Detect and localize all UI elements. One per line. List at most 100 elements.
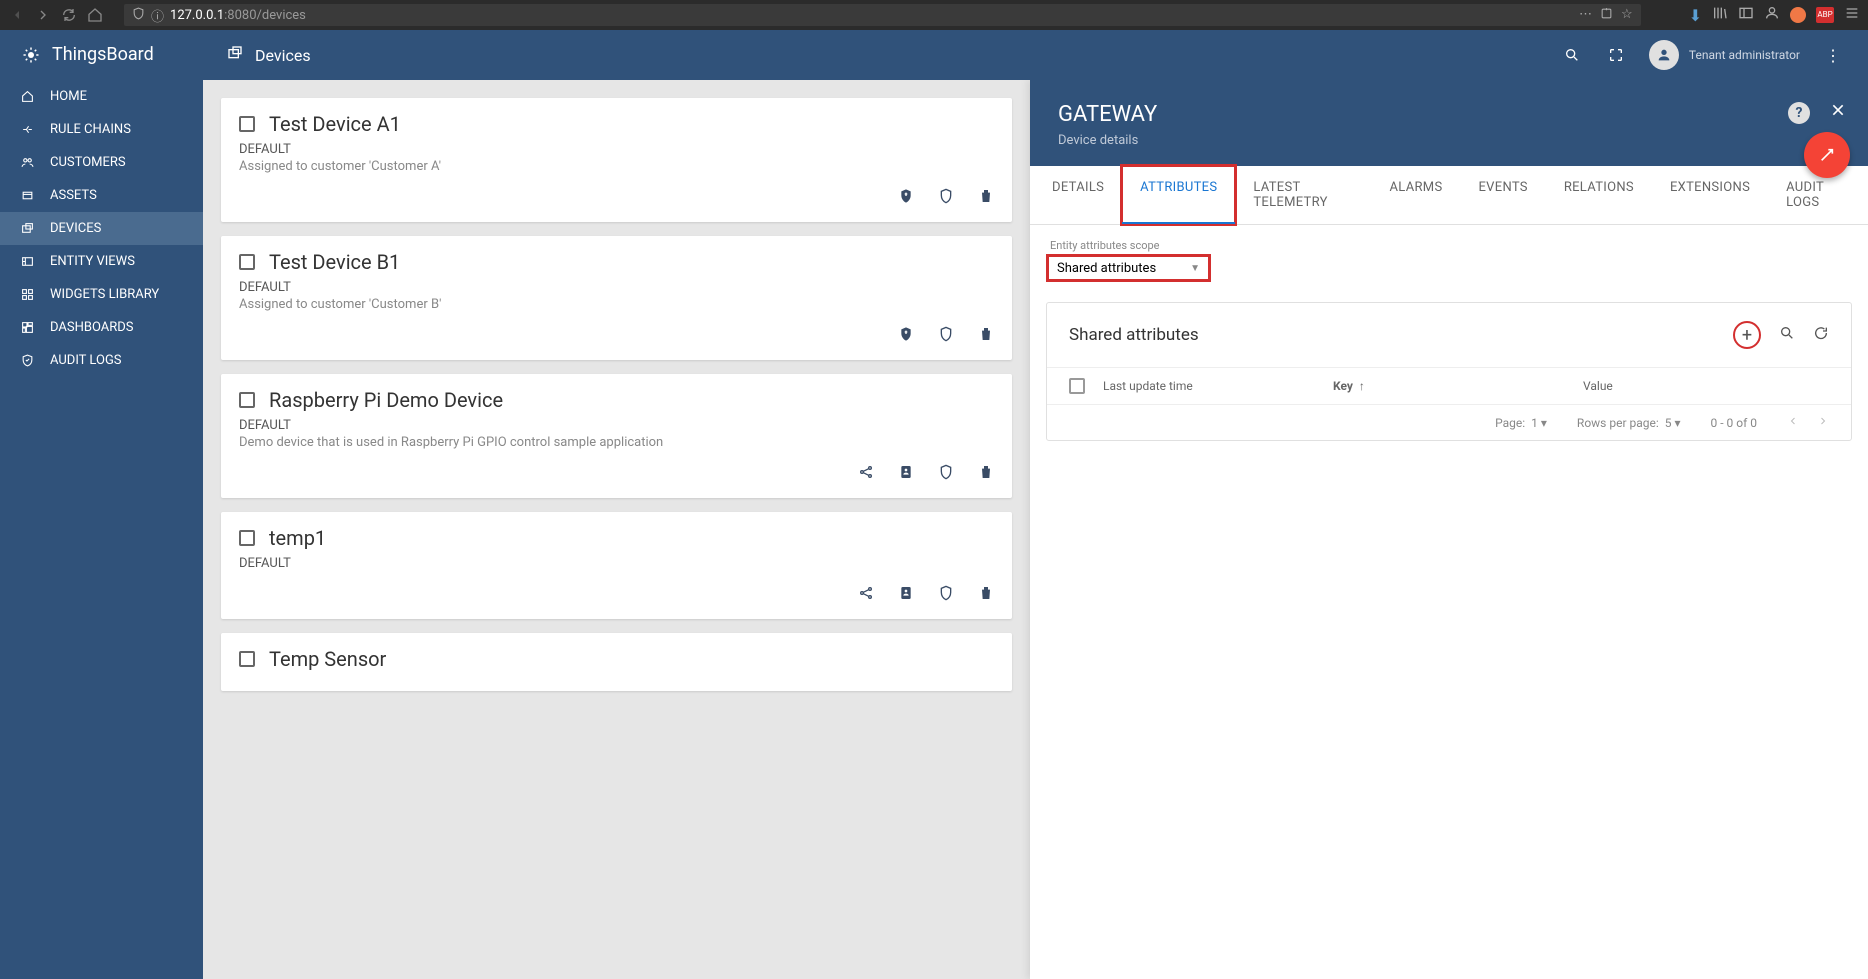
device-card[interactable]: Temp Sensor — [221, 633, 1012, 691]
device-type: DEFAULT — [239, 418, 994, 433]
device-assign-button[interactable] — [898, 188, 914, 208]
device-shield-button[interactable] — [938, 585, 954, 605]
extension-badge-1[interactable] — [1790, 7, 1806, 23]
sort-arrow-icon: ↑ — [1359, 379, 1365, 393]
more-icon[interactable]: ⋮ — [1822, 44, 1844, 66]
device-card[interactable]: temp1 DEFAULT — [221, 512, 1012, 619]
scope-select[interactable]: Shared attributes ▼ — [1046, 254, 1211, 282]
device-desc: Assigned to customer 'Customer A' — [239, 159, 994, 174]
account-icon[interactable] — [1764, 5, 1780, 25]
browser-toolbar: ⓘ 127.0.0.1:8080/devices ⋯ ☆ ⬇ ABP — [0, 0, 1868, 30]
reload-button[interactable] — [60, 6, 78, 24]
nav-item-devices[interactable]: DEVICES — [0, 212, 203, 245]
add-device-fab[interactable] — [1804, 132, 1850, 178]
sidebar-toggle-icon[interactable] — [1738, 5, 1754, 25]
nav-item-entity-views[interactable]: ENTITY VIEWS — [0, 245, 203, 278]
bookmark-icon[interactable]: ☆ — [1621, 7, 1633, 24]
url-bar[interactable]: ⓘ 127.0.0.1:8080/devices ⋯ ☆ — [124, 4, 1641, 26]
nav-item-audit-logs[interactable]: AUDIT LOGS — [0, 344, 203, 377]
ellipsis-icon[interactable]: ⋯ — [1579, 7, 1592, 24]
forward-button[interactable] — [34, 6, 52, 24]
nav-item-rule-chains[interactable]: RULE CHAINS — [0, 113, 203, 146]
device-card[interactable]: Test Device A1DEFAULTAssigned to custome… — [221, 98, 1012, 222]
device-type: DEFAULT — [239, 556, 994, 571]
device-name: Temp Sensor — [269, 647, 386, 671]
nav-label: AUDIT LOGS — [50, 353, 122, 368]
nav-item-customers[interactable]: CUSTOMERS — [0, 146, 203, 179]
search-attributes-icon[interactable] — [1779, 325, 1795, 345]
tab-latest-telemetry[interactable]: LATEST TELEMETRY — [1235, 166, 1371, 224]
refresh-attributes-icon[interactable] — [1813, 325, 1829, 345]
close-button[interactable] — [1830, 102, 1846, 122]
device-delete-button[interactable] — [978, 188, 994, 208]
devices-icon — [227, 45, 243, 65]
device-share-button[interactable] — [858, 464, 874, 484]
device-checkbox[interactable] — [239, 530, 255, 546]
extension-badge-2[interactable]: ABP — [1816, 7, 1834, 23]
page-range: 0 - 0 of 0 — [1711, 416, 1757, 430]
tab-alarms[interactable]: ALARMS — [1372, 166, 1461, 224]
tab-relations[interactable]: RELATIONS — [1546, 166, 1652, 224]
menu-icon[interactable] — [1844, 5, 1860, 25]
add-attribute-button[interactable]: + — [1733, 321, 1761, 349]
device-checkbox[interactable] — [239, 651, 255, 667]
download-icon[interactable]: ⬇ — [1689, 6, 1702, 25]
rows-select[interactable]: 5 ▾ — [1665, 416, 1681, 430]
search-icon[interactable] — [1561, 44, 1583, 66]
device-share-button[interactable] — [858, 585, 874, 605]
device-name: Raspberry Pi Demo Device — [269, 388, 503, 412]
device-card[interactable]: Test Device B1DEFAULTAssigned to custome… — [221, 236, 1012, 360]
browser-right: ⬇ ABP — [1689, 5, 1860, 25]
reader-icon[interactable] — [1600, 7, 1613, 24]
topbar: Devices Tenant administrator ⋮ — [203, 30, 1868, 80]
device-checkbox[interactable] — [239, 254, 255, 270]
page-select[interactable]: 1 ▾ — [1531, 416, 1547, 430]
nav-label: WIDGETS LIBRARY — [50, 287, 159, 302]
brand-logo[interactable]: ThingsBoard — [0, 30, 203, 80]
nav-item-dashboards[interactable]: DASHBOARDS — [0, 311, 203, 344]
tab-attributes[interactable]: ATTRIBUTES — [1122, 166, 1235, 224]
device-desc: Assigned to customer 'Customer B' — [239, 297, 994, 312]
device-shield-button[interactable] — [938, 326, 954, 346]
select-all-checkbox[interactable] — [1069, 378, 1085, 394]
nav-label: ENTITY VIEWS — [50, 254, 135, 269]
details-subtitle: Device details — [1058, 133, 1840, 148]
user-menu[interactable]: Tenant administrator — [1649, 40, 1800, 70]
device-delete-button[interactable] — [978, 326, 994, 346]
device-shield-button[interactable] — [938, 464, 954, 484]
device-delete-button[interactable] — [978, 464, 994, 484]
back-button[interactable] — [8, 6, 26, 24]
nav-item-home[interactable]: HOME — [0, 80, 203, 113]
prev-page-button[interactable] — [1787, 415, 1799, 430]
help-button[interactable]: ? — [1788, 102, 1810, 124]
nav-item-widgets-library[interactable]: WIDGETS LIBRARY — [0, 278, 203, 311]
brand-text: ThingsBoard — [52, 44, 154, 65]
device-name: Test Device B1 — [269, 250, 400, 274]
nav-item-assets[interactable]: ASSETS — [0, 179, 203, 212]
device-card[interactable]: Raspberry Pi Demo Device DEFAULT Demo devi… — [221, 374, 1012, 498]
col-key[interactable]: Key ↑ — [1333, 379, 1583, 393]
device-name: temp1 — [269, 526, 326, 550]
device-shield-button[interactable] — [938, 188, 954, 208]
col-last-update[interactable]: Last update time — [1103, 379, 1333, 393]
device-checkbox[interactable] — [239, 116, 255, 132]
device-desc: Demo device that is used in Raspberry Pi… — [239, 435, 994, 450]
device-card-button[interactable] — [898, 464, 914, 484]
tab-events[interactable]: EVENTS — [1460, 166, 1545, 224]
tab-extensions[interactable]: EXTENSIONS — [1652, 166, 1768, 224]
nav-icon — [18, 354, 36, 367]
home-button[interactable] — [86, 6, 104, 24]
library-icon[interactable] — [1712, 5, 1728, 25]
shield-icon — [132, 7, 145, 24]
device-card-button[interactable] — [898, 585, 914, 605]
fullscreen-icon[interactable] — [1605, 44, 1627, 66]
device-delete-button[interactable] — [978, 585, 994, 605]
col-value[interactable]: Value — [1583, 379, 1829, 393]
dropdown-arrow-icon: ▼ — [1190, 263, 1200, 274]
tab-details[interactable]: DETAILS — [1034, 166, 1122, 224]
device-details-panel: GATEWAY Device details ? DETAILSATTRIBUT… — [1030, 80, 1868, 979]
device-assign-button[interactable] — [898, 326, 914, 346]
next-page-button[interactable] — [1817, 415, 1829, 430]
nav-icon — [18, 255, 36, 268]
device-checkbox[interactable] — [239, 392, 255, 408]
